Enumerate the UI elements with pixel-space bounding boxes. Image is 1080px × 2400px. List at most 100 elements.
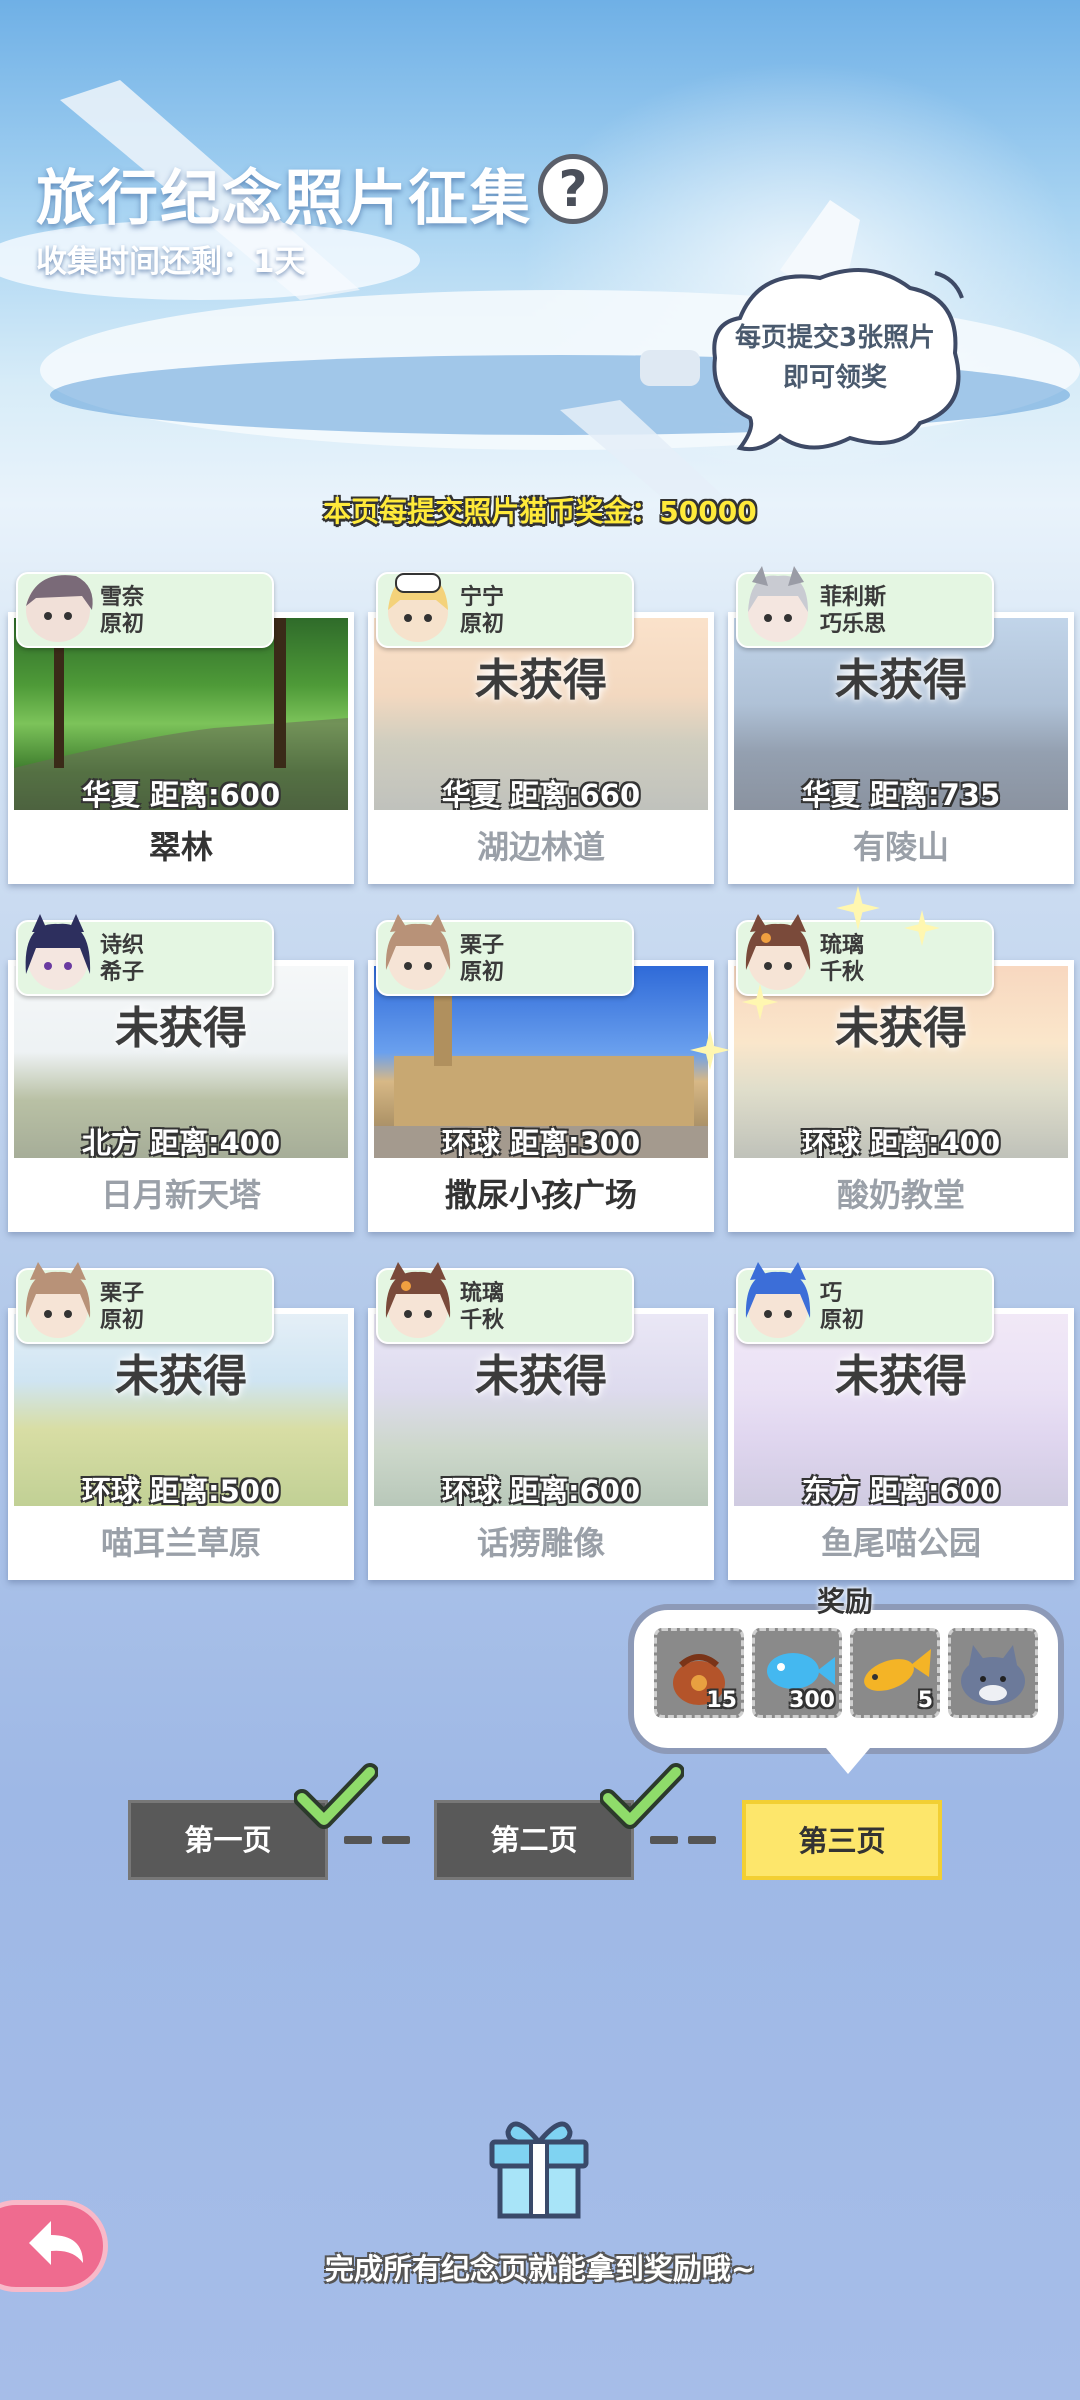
back-arrow-icon [29, 2221, 83, 2265]
place-name: 翠林 [148, 828, 213, 866]
collection-countdown: 收集时间还剩：1天 [36, 244, 306, 280]
card-distance: 华夏 距离:735 [801, 778, 1001, 812]
photo-card-2[interactable]: 未获得 华夏 距离:660 湖边林道 宁宁 原初 [368, 572, 714, 884]
place-name: 鱼尾喵公园 [820, 1524, 981, 1562]
page-connector [688, 1836, 716, 1844]
character-tag: 诗织 希子 [16, 914, 274, 996]
completion-hint: 完成所有纪念页就能拿到奖励哦~ [324, 2252, 756, 2286]
gift-box-icon[interactable] [484, 2112, 594, 2222]
character-avatar-icon [388, 573, 448, 642]
locked-label: 未获得 [475, 1351, 607, 1402]
character-name: 宁宁 [460, 585, 505, 610]
page-3-button[interactable]: 第三页 [742, 1800, 942, 1880]
character-name: 诗织 [100, 933, 145, 958]
page-connector [344, 1836, 372, 1844]
character-avatar-icon [385, 914, 451, 990]
character-subname: 原初 [460, 960, 505, 985]
character-subname: 原初 [100, 612, 145, 637]
card-distance: 环球 距离:600 [441, 1474, 641, 1508]
reward-title: 奖励 [816, 1585, 873, 1618]
page-1-complete-check-icon [294, 1763, 378, 1829]
character-subname: 千秋 [460, 1308, 505, 1333]
place-name: 话痨雕像 [476, 1524, 605, 1562]
character-tag: 宁宁 原初 [376, 572, 634, 648]
hint-cloud-text: 每页提交3张照片 即可领奖 [710, 318, 960, 398]
card-distance: 东方 距离:600 [801, 1474, 1001, 1508]
back-button[interactable] [0, 2200, 108, 2292]
character-avatar-icon [26, 575, 93, 642]
reward-panel-tail [826, 1748, 870, 1774]
locked-label: 未获得 [475, 655, 607, 706]
hint-line-2: 即可领奖 [782, 363, 887, 393]
character-avatar-icon [748, 566, 808, 642]
character-subname: 千秋 [820, 960, 865, 985]
hint-line-1: 每页提交3张照片 [734, 323, 936, 353]
page-connector [650, 1836, 678, 1844]
character-tag: 菲利斯 巧乐思 [736, 566, 994, 648]
character-name: 菲利斯 [820, 585, 887, 610]
reward-item-3[interactable]: 5 [850, 1628, 940, 1718]
character-name: 琉璃 [820, 933, 865, 958]
locked-label: 未获得 [835, 1003, 967, 1054]
sparkle-icon [836, 886, 880, 930]
place-name: 有陵山 [852, 828, 949, 866]
card-distance: 北方 距离:400 [81, 1126, 281, 1160]
character-subname: 原初 [820, 1308, 865, 1333]
character-subname: 希子 [100, 960, 145, 985]
page-2-complete-check-icon [600, 1763, 684, 1829]
card-distance: 环球 距离:500 [81, 1474, 281, 1508]
locked-label: 未获得 [835, 655, 967, 706]
photo-card-3[interactable]: 未获得 华夏 距离:735 有陵山 菲利斯 巧乐思 [728, 566, 1074, 884]
character-name: 雪奈 [100, 585, 145, 610]
reward-item-4[interactable] [948, 1628, 1038, 1718]
reward-item-1[interactable]: 15 [654, 1628, 744, 1718]
place-name: 喵耳兰草原 [100, 1524, 261, 1562]
character-avatar-icon [25, 1262, 91, 1338]
character-tag: 琉璃 千秋 [376, 1262, 634, 1344]
character-tag: 栗子 原初 [376, 914, 634, 996]
place-name: 湖边林道 [476, 828, 605, 866]
help-button[interactable]: ? [538, 154, 608, 224]
photo-card-8[interactable]: 未获得 环球 距离:600 话痨雕像 琉璃 千秋 [368, 1262, 714, 1580]
character-name: 巧 [820, 1281, 843, 1306]
locked-label: 未获得 [115, 1351, 247, 1402]
character-avatar-icon [745, 1262, 811, 1338]
reward-count: 300 [789, 1688, 835, 1713]
character-name: 琉璃 [460, 1281, 505, 1306]
place-name: 日月新天塔 [100, 1176, 261, 1214]
locked-label: 未获得 [115, 1003, 247, 1054]
card-distance: 华夏 距离:660 [441, 778, 641, 812]
reward-count: 5 [917, 1688, 933, 1713]
page-title: 旅行纪念照片征集 [36, 164, 532, 234]
character-subname: 原初 [100, 1308, 145, 1333]
card-distance: 华夏 距离:600 [81, 778, 281, 812]
photo-card-5[interactable]: 环球 距离:300 撒尿小孩广场 栗子 原初 [368, 914, 714, 1232]
place-name: 撒尿小孩广场 [444, 1176, 637, 1214]
photo-card-4[interactable]: 未获得 北方 距离:400 日月新天塔 诗织 希子 [8, 914, 354, 1232]
reward-item-2[interactable]: 300 [752, 1628, 842, 1718]
character-name: 栗子 [460, 933, 505, 958]
photo-card-6[interactable]: 未获得 环球 距离:400 酸奶教堂 琉璃 千秋 [728, 914, 1074, 1232]
card-distance: 环球 距离:400 [801, 1126, 1001, 1160]
sparkle-icon [904, 910, 940, 946]
page-bonus-text: 本页每提交照片猫币奖金：50000 [323, 495, 757, 528]
locked-label: 未获得 [835, 1351, 967, 1402]
sparkle-icon [742, 984, 778, 1020]
character-tag: 雪奈 原初 [16, 572, 274, 648]
character-name: 栗子 [100, 1281, 145, 1306]
page-connector [382, 1836, 410, 1844]
photo-card-9[interactable]: 未获得 东方 距离:600 鱼尾喵公园 巧原初 [728, 1262, 1074, 1580]
character-avatar-icon [385, 1262, 451, 1338]
photo-card-1[interactable]: 华夏 距离:600 翠林 雪奈 原初 [8, 572, 354, 884]
character-subname: 原初 [460, 612, 505, 637]
character-subname: 巧乐思 [820, 612, 887, 637]
character-avatar-icon [25, 914, 91, 990]
photo-card-7[interactable]: 未获得 环球 距离:500 喵耳兰草原 栗子 原初 [8, 1262, 354, 1580]
character-tag: 栗子 原初 [16, 1262, 274, 1344]
sparkle-icon [690, 1030, 730, 1070]
cat-plush-icon [961, 1645, 1025, 1705]
character-tag: 巧原初 [736, 1262, 994, 1344]
card-distance: 环球 距离:300 [441, 1126, 641, 1160]
place-name: 酸奶教堂 [836, 1176, 965, 1214]
reward-count: 15 [706, 1688, 737, 1713]
